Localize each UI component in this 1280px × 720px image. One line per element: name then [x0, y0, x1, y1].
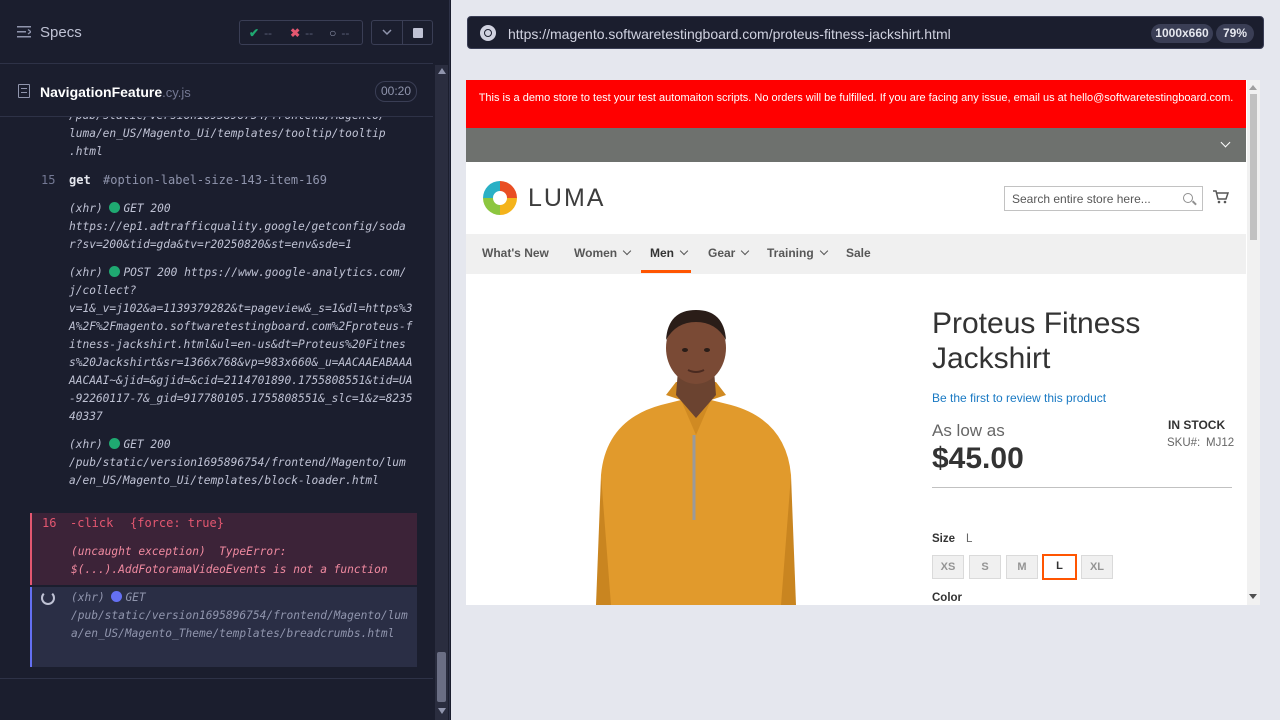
scroll-up-icon[interactable]: [438, 68, 446, 74]
active-nav-indicator: [641, 270, 691, 273]
command-number: 16: [42, 516, 57, 530]
luma-logo-icon[interactable]: [482, 180, 518, 216]
log-entry-xhr[interactable]: (xhr) GET 200 /pub/static/version1695896…: [69, 436, 414, 490]
spec-file-row[interactable]: NavigationFeature.cy.js 00:20: [0, 65, 433, 117]
error-command-block[interactable]: 16 -click {force: true} (uncaught except…: [30, 513, 417, 585]
globe-icon: [480, 25, 496, 41]
log-entry-xhr[interactable]: (xhr) GET 200 https://ep1.adtrafficquali…: [69, 200, 414, 254]
main-navigation: What's New Women Men Gear Training Sale: [466, 234, 1246, 274]
size-swatch-xl[interactable]: XL: [1081, 555, 1113, 579]
status-dot-icon: [111, 591, 123, 602]
header-panel-bar: [466, 128, 1246, 162]
search-box[interactable]: [1004, 186, 1203, 211]
sku-label: SKU#:: [1167, 437, 1201, 449]
scroll-up-icon[interactable]: [1249, 85, 1257, 90]
passed-icon: ✔: [249, 25, 260, 40]
log-entry-xhr[interactable]: (xhr) POST 200 https://www.google-analyt…: [69, 264, 414, 426]
stock-status: IN STOCK: [1168, 418, 1226, 432]
size-swatch-xs[interactable]: XS: [932, 555, 964, 579]
divider: [0, 678, 433, 679]
search-icon[interactable]: [1183, 193, 1193, 203]
pending-command-block[interactable]: (xhr) GET /pub/static/version1695896754/…: [30, 587, 417, 667]
url-bar[interactable]: https://magento.softwaretestingboard.com…: [467, 16, 1264, 49]
specs-list-icon[interactable]: [17, 26, 31, 38]
failed-icon: ✖: [290, 25, 301, 40]
error-message: (uncaught exception) TypeError: $(...).A…: [71, 545, 388, 576]
specs-label[interactable]: Specs: [40, 24, 82, 41]
nav-item-men[interactable]: Men: [650, 246, 689, 260]
log-fragment: /pub/static/version1695896754/frontend/M…: [69, 117, 386, 158]
aut-iframe: This is a demo store to test your test a…: [466, 80, 1260, 605]
spec-duration: 00:20: [375, 81, 417, 102]
log-entry-xhr: (xhr) GET /pub/static/version1695896754/…: [71, 591, 408, 640]
chevron-down-icon: [741, 246, 750, 256]
cart-icon[interactable]: [1213, 190, 1229, 204]
stop-icon: [413, 28, 423, 38]
scrollbar-thumb[interactable]: [437, 652, 446, 702]
size-swatch-s[interactable]: S: [969, 555, 1001, 579]
chevron-down-icon: [819, 246, 828, 256]
size-label: Size: [932, 533, 956, 545]
size-swatch-l[interactable]: L: [1042, 554, 1077, 580]
product-price: $45.00: [932, 442, 1024, 475]
command-arg: {force: true}: [130, 516, 224, 530]
zoom-badge[interactable]: 79%: [1216, 24, 1254, 43]
url-text[interactable]: https://magento.softwaretestingboard.com…: [508, 26, 951, 42]
aut-panel: https://magento.softwaretestingboard.com…: [451, 0, 1280, 720]
nav-item-training[interactable]: Training: [767, 246, 828, 260]
price-label: As low as: [932, 421, 1005, 440]
product-title: Proteus Fitness Jackshirt: [932, 307, 1141, 375]
failed-count: --: [305, 25, 314, 40]
stop-button[interactable]: [403, 20, 433, 45]
reporter-header: Specs ✔ -- ✖ -- ○ --: [0, 0, 433, 64]
nav-item-whats-new[interactable]: What's New: [482, 246, 549, 260]
review-link[interactable]: Be the first to review this product: [932, 391, 1106, 405]
reporter-panel: Specs ✔ -- ✖ -- ○ -- NavigationFeature.c…: [0, 0, 450, 720]
log-scrollbar[interactable]: [435, 65, 448, 720]
pending-count: --: [341, 25, 350, 40]
passed-count: --: [264, 25, 273, 40]
spec-file-name: NavigationFeature.cy.js: [40, 84, 191, 100]
viewport-size-badge[interactable]: 1000x660: [1151, 24, 1213, 43]
collapse-button[interactable]: [371, 20, 403, 45]
chevron-down-icon: [622, 246, 632, 256]
command-name[interactable]: get: [69, 173, 91, 187]
command-name: -click: [70, 516, 114, 530]
scroll-down-icon[interactable]: [1249, 594, 1257, 599]
product-image[interactable]: [566, 300, 826, 605]
command-arg: #option-label-size-143-item-169: [103, 173, 327, 187]
scroll-down-icon[interactable]: [438, 708, 446, 714]
demo-notice-banner: This is a demo store to test your test a…: [466, 80, 1246, 128]
divider: [932, 487, 1232, 488]
command-log: /pub/static/version1695896754/frontend/M…: [0, 117, 433, 677]
test-stats: ✔ -- ✖ -- ○ --: [239, 20, 363, 45]
status-dot-icon: [109, 202, 121, 213]
status-dot-icon: [109, 438, 121, 449]
selected-size-value: L: [966, 533, 973, 545]
file-icon: [18, 84, 30, 98]
nav-item-sale[interactable]: Sale: [846, 246, 871, 260]
chevron-down-icon: [382, 29, 392, 36]
spec-file-ext: .cy.js: [162, 85, 191, 100]
color-label: Color: [932, 592, 963, 604]
logo-text[interactable]: LUMA: [528, 184, 605, 213]
status-dot-icon: [109, 266, 121, 277]
sku-value: MJ12: [1206, 437, 1235, 449]
chevron-down-icon: [679, 246, 689, 256]
loading-spinner-icon: [41, 591, 55, 605]
nav-item-gear[interactable]: Gear: [708, 246, 750, 260]
nav-item-women[interactable]: Women: [574, 246, 632, 260]
command-number: 15: [41, 173, 56, 187]
pending-icon: ○: [329, 25, 337, 40]
scrollbar-thumb[interactable]: [1250, 94, 1257, 240]
search-input[interactable]: [1012, 192, 1177, 206]
size-swatch-m[interactable]: M: [1006, 555, 1038, 579]
